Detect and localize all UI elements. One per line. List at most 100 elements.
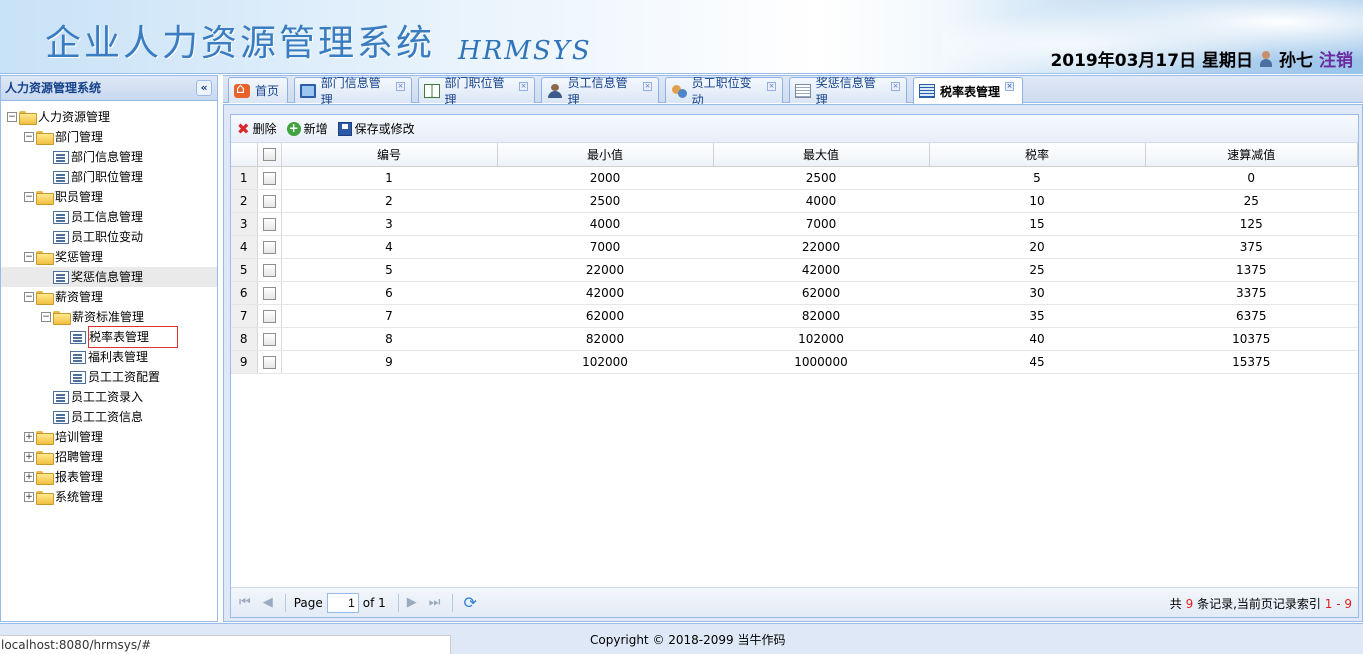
table-row[interactable]: 2 2 2500 4000 10 25	[231, 189, 1358, 213]
tree-node[interactable]: 员工工资录入	[1, 387, 217, 407]
close-icon[interactable]: ×	[767, 82, 776, 91]
column-header[interactable]: 速算减值	[1145, 143, 1358, 167]
table-row[interactable]: 5 5 22000 42000 25 1375	[231, 258, 1358, 282]
column-header[interactable]: 税率	[929, 143, 1146, 167]
tree-node[interactable]: 员工信息管理	[1, 207, 217, 227]
prev-page-icon[interactable]: ◀	[263, 595, 273, 610]
tree-node[interactable]: 员工工资配置	[1, 367, 217, 387]
expand-icon[interactable]: +	[24, 452, 34, 462]
collapse-node-icon[interactable]: −	[7, 112, 17, 122]
first-page-icon[interactable]: ⏮	[239, 595, 251, 610]
collapse-node-icon[interactable]: −	[24, 192, 34, 202]
tab-2[interactable]: 部门信息管理 ×	[294, 76, 412, 107]
close-icon[interactable]: ×	[1005, 82, 1015, 91]
status-bar-url: localhost:8080/hrmsys/#	[0, 635, 451, 654]
tree-node-label: 员工工资配置	[88, 370, 161, 384]
add-button[interactable]: + 新增	[286, 120, 328, 137]
pager-divider	[452, 593, 454, 612]
next-page-icon[interactable]: ▶	[407, 595, 417, 610]
tree-node[interactable]: − 薪资管理	[1, 287, 217, 307]
tree-node[interactable]: + 报表管理	[1, 467, 217, 487]
row-checkbox[interactable]	[262, 263, 276, 277]
tab-1[interactable]: 首页	[228, 77, 288, 103]
row-number: 9	[231, 350, 258, 374]
tab-3[interactable]: 部门职位管理 ×	[418, 76, 535, 107]
last-page-icon[interactable]: ⏭	[429, 595, 441, 610]
tree-node[interactable]: 员工职位变动	[1, 227, 217, 247]
tree-node[interactable]: − 人力资源管理	[1, 107, 217, 127]
collapse-node-icon[interactable]: −	[24, 132, 34, 142]
row-checkbox[interactable]	[262, 332, 276, 346]
tree-node[interactable]: − 奖惩管理	[1, 247, 217, 267]
tree-node[interactable]: 福利表管理	[1, 347, 217, 367]
expand-icon[interactable]: +	[24, 492, 34, 502]
close-icon[interactable]: ×	[519, 82, 528, 91]
tree-node[interactable]: + 系统管理	[1, 487, 217, 507]
user-icon	[1259, 50, 1273, 67]
row-checkbox[interactable]	[262, 171, 276, 185]
collapse-icon[interactable]: «	[196, 80, 212, 96]
table-cell: 3375	[1145, 281, 1358, 305]
tree-node[interactable]: 税率表管理	[1, 326, 217, 348]
expand-icon[interactable]: +	[24, 472, 34, 482]
collapse-node-icon[interactable]: −	[24, 292, 34, 302]
delete-icon: ✖	[237, 119, 250, 138]
table-row[interactable]: 3 3 4000 7000 15 125	[231, 212, 1358, 236]
tab-6[interactable]: 奖惩信息管理 ×	[789, 76, 907, 107]
folder-icon	[36, 291, 54, 305]
table-cell: 42000	[497, 281, 713, 305]
grid-toolbar: ✖ 删除 + 新增 保存或修改	[231, 115, 1358, 143]
tree-node[interactable]: − 薪资标准管理	[1, 307, 217, 327]
table-cell: 10375	[1145, 327, 1358, 351]
monitor-icon	[300, 83, 316, 98]
tab-5[interactable]: 员工职位变动 ×	[665, 76, 783, 107]
tree-node[interactable]: 奖惩信息管理	[1, 267, 217, 287]
delete-label: 删除	[252, 122, 277, 136]
close-icon[interactable]: ×	[643, 82, 652, 91]
table-row[interactable]: 1 1 2000 2500 5 0	[231, 166, 1358, 190]
row-checkbox[interactable]	[262, 286, 276, 300]
column-header[interactable]: 编号	[281, 143, 498, 167]
table-body: 1 1 2000 2500 5 0 2 2 2500 4000 10 25 3 3 4000 7000 15 12…	[231, 166, 1358, 374]
row-checkbox[interactable]	[262, 355, 276, 369]
select-all-checkbox[interactable]	[262, 148, 276, 162]
column-header[interactable]: 最小值	[497, 143, 714, 167]
collapse-node-icon[interactable]: −	[41, 312, 51, 322]
page-number-input[interactable]	[326, 592, 359, 613]
table-row[interactable]: 4 4 7000 22000 20 375	[231, 235, 1358, 259]
add-label: 新增	[303, 122, 328, 136]
row-check-cell	[257, 189, 282, 213]
tree-node[interactable]: + 招聘管理	[1, 447, 217, 467]
table-header-row: 编号 最小值 最大值 税率 速算减值	[231, 143, 1358, 167]
add-icon: +	[286, 120, 301, 136]
table-row[interactable]: 9 9 102000 1000000 45 15375	[231, 350, 1358, 374]
close-icon[interactable]: ×	[396, 82, 405, 91]
row-checkbox[interactable]	[262, 240, 276, 254]
row-checkbox[interactable]	[262, 217, 276, 231]
table-cell: 7000	[497, 235, 713, 259]
tree-node[interactable]: 部门职位管理	[1, 167, 217, 187]
refresh-icon[interactable]: ⟳	[463, 593, 476, 612]
table-row[interactable]: 7 7 62000 82000 35 6375	[231, 304, 1358, 328]
folder-icon	[36, 191, 54, 205]
tree-node[interactable]: − 部门管理	[1, 127, 217, 147]
tree-node[interactable]: 员工工资信息	[1, 407, 217, 427]
delete-button[interactable]: ✖ 删除	[237, 120, 277, 138]
save-button[interactable]: 保存或修改	[337, 120, 415, 137]
row-checkbox[interactable]	[262, 194, 276, 208]
row-checkbox[interactable]	[262, 309, 276, 323]
logout-link[interactable]: 注销	[1319, 46, 1353, 71]
tree-node[interactable]: 部门信息管理	[1, 147, 217, 167]
tree-node-label: 福利表管理	[88, 350, 149, 364]
tree-node[interactable]: + 培训管理	[1, 427, 217, 447]
table-row[interactable]: 8 8 82000 102000 40 10375	[231, 327, 1358, 351]
tab-7[interactable]: 税率表管理 ×	[913, 77, 1023, 104]
row-check-cell	[257, 212, 282, 236]
tab-4[interactable]: 员工信息管理 ×	[541, 76, 659, 107]
close-icon[interactable]: ×	[891, 82, 900, 91]
tree-node[interactable]: − 职员管理	[1, 187, 217, 207]
expand-icon[interactable]: +	[24, 432, 34, 442]
column-header[interactable]: 最大值	[713, 143, 930, 167]
collapse-node-icon[interactable]: −	[24, 252, 34, 262]
table-row[interactable]: 6 6 42000 62000 30 3375	[231, 281, 1358, 305]
